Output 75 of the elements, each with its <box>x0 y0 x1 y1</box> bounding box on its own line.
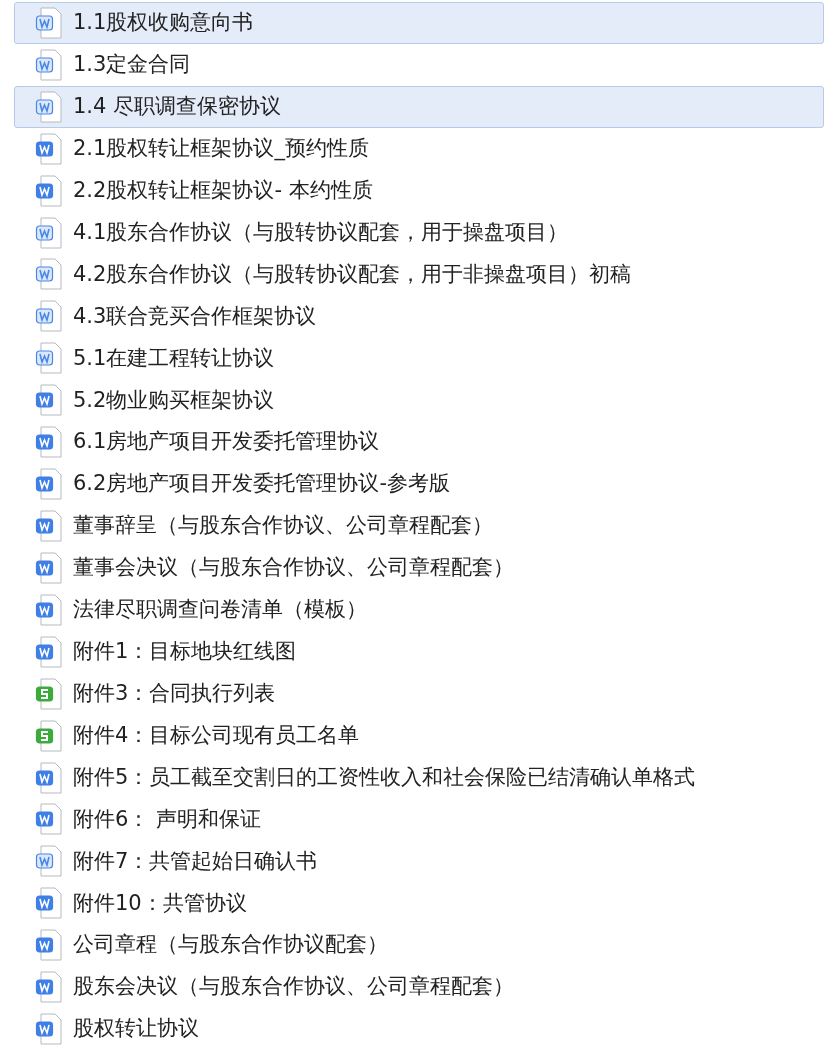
file-item[interactable]: 法律尽职调查问卷清单（模板） <box>14 588 824 631</box>
file-item[interactable]: 公司章程（与股东合作协议配套） <box>14 924 824 967</box>
file-name: 附件10：共管协议 <box>73 889 247 917</box>
file-name: 附件1：目标地块红线图 <box>73 638 297 666</box>
file-item[interactable]: 1.3定金合同 <box>14 43 824 86</box>
file-name: 法律尽职调查问卷清单（模板） <box>73 596 367 624</box>
file-item[interactable]: 附件6： 声明和保证 <box>14 798 824 841</box>
file-item[interactable]: 股权转让协议 <box>14 1008 824 1050</box>
spreadsheet-icon <box>35 677 63 710</box>
document-icon <box>35 384 63 417</box>
file-name: 4.3联合竞买合作框架协议 <box>73 302 317 330</box>
file-name: 4.2股东合作协议（与股转协议配套，用于非操盘项目）初稿 <box>73 260 632 288</box>
document-icon <box>35 887 63 920</box>
file-item[interactable]: 1.4 尽职调查保密协议 <box>14 85 824 128</box>
file-item[interactable]: 股东会决议（与股东合作协议、公司章程配套） <box>14 966 824 1009</box>
file-name: 公司章程（与股东合作协议配套） <box>73 931 388 959</box>
file-item[interactable]: 附件10：共管协议 <box>14 882 824 925</box>
document-icon <box>35 1013 63 1046</box>
document-icon <box>35 468 63 501</box>
file-item[interactable]: 5.2物业购买框架协议 <box>14 379 824 422</box>
file-name: 4.1股东合作协议（与股转协议配套，用于操盘项目） <box>73 218 569 246</box>
file-name: 股东会决议（与股东合作协议、公司章程配套） <box>73 973 514 1001</box>
spreadsheet-icon <box>35 719 63 752</box>
file-name: 1.3定金合同 <box>73 51 191 79</box>
file-name: 董事辞呈（与股东合作协议、公司章程配套） <box>73 512 493 540</box>
file-item[interactable]: 2.2股权转让框架协议- 本约性质 <box>14 169 824 212</box>
document-icon <box>35 342 63 375</box>
file-name: 附件5：员工截至交割日的工资性收入和社会保险已结清确认单格式 <box>73 763 696 791</box>
document-icon <box>35 761 63 794</box>
document-icon <box>35 300 63 333</box>
file-name: 1.1股权收购意向书 <box>73 9 254 37</box>
document-icon <box>35 48 63 81</box>
file-item[interactable]: 1.1股权收购意向书 <box>14 2 824 44</box>
document-icon <box>35 258 63 291</box>
file-item[interactable]: 附件5：员工截至交割日的工资性收入和社会保险已结清确认单格式 <box>14 756 824 799</box>
file-name: 附件4：目标公司现有员工名单 <box>73 721 360 749</box>
document-icon <box>35 803 63 836</box>
file-name: 2.2股权转让框架协议- 本约性质 <box>73 176 373 204</box>
document-icon <box>35 6 63 39</box>
document-icon <box>35 593 63 626</box>
file-name: 5.1在建工程转让协议 <box>73 344 275 372</box>
file-item[interactable]: 2.1股权转让框架协议_预约性质 <box>14 127 824 170</box>
document-icon <box>35 635 63 668</box>
file-name: 1.4 尽职调查保密协议 <box>73 93 282 121</box>
file-name: 5.2物业购买框架协议 <box>73 386 275 414</box>
file-item[interactable]: 附件7：共管起始日确认书 <box>14 840 824 883</box>
file-item[interactable]: 6.1房地产项目开发委托管理协议 <box>14 421 824 464</box>
file-name: 2.1股权转让框架协议_预约性质 <box>73 134 369 163</box>
file-item[interactable]: 4.3联合竞买合作框架协议 <box>14 295 824 338</box>
document-icon <box>35 426 63 459</box>
file-name: 附件3：合同执行列表 <box>73 679 276 707</box>
file-item[interactable]: 附件1：目标地块红线图 <box>14 630 824 673</box>
document-icon <box>35 132 63 165</box>
file-item[interactable]: 附件4：目标公司现有员工名单 <box>14 714 824 757</box>
document-icon <box>35 216 63 249</box>
document-icon <box>35 90 63 123</box>
file-name: 6.1房地产项目开发委托管理协议 <box>73 428 380 456</box>
file-name: 股权转让协议 <box>73 1015 199 1043</box>
file-item[interactable]: 附件3：合同执行列表 <box>14 672 824 715</box>
document-icon <box>35 845 63 878</box>
file-item[interactable]: 董事辞呈（与股东合作协议、公司章程配套） <box>14 505 824 547</box>
file-item[interactable]: 董事会决议（与股东合作协议、公司章程配套） <box>14 547 824 589</box>
file-item[interactable]: 6.2房地产项目开发委托管理协议-参考版 <box>14 463 824 506</box>
document-icon <box>35 510 63 542</box>
document-icon <box>35 551 63 584</box>
file-item[interactable]: 4.2股东合作协议（与股转协议配套，用于非操盘项目）初稿 <box>14 253 824 296</box>
file-name: 6.2房地产项目开发委托管理协议-参考版 <box>73 470 450 498</box>
document-icon <box>35 929 63 962</box>
file-name: 董事会决议（与股东合作协议、公司章程配套） <box>73 554 514 582</box>
file-name: 附件6： 声明和保证 <box>73 805 262 833</box>
document-icon <box>35 971 63 1004</box>
file-item[interactable]: 4.1股东合作协议（与股转协议配套，用于操盘项目） <box>14 211 824 254</box>
file-item[interactable]: 5.1在建工程转让协议 <box>14 337 824 380</box>
document-icon <box>35 174 63 207</box>
file-name: 附件7：共管起始日确认书 <box>73 847 318 875</box>
